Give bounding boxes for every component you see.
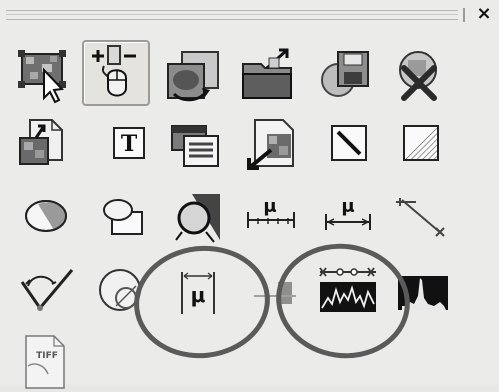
overlap-shapes-icon bbox=[103, 199, 143, 235]
measure-length-tool[interactable]: μ bbox=[238, 184, 306, 250]
ellipse-icon bbox=[25, 200, 67, 232]
tiff-export-tool[interactable]: TIFF bbox=[10, 326, 78, 392]
circle-measure-icon bbox=[99, 269, 141, 311]
line-icon bbox=[331, 125, 367, 161]
select-region-icon bbox=[18, 50, 66, 104]
angle-line-icon bbox=[396, 198, 445, 237]
export-document-icon bbox=[19, 119, 63, 165]
toolbox-window: × T μ μ μ TIFF bbox=[0, 0, 499, 389]
save-copy-icon bbox=[321, 51, 369, 97]
save-copy-tool[interactable] bbox=[312, 42, 380, 108]
rotate-image-tool[interactable] bbox=[160, 42, 228, 108]
line-tool[interactable] bbox=[316, 112, 384, 178]
angle-line-tool[interactable] bbox=[388, 184, 456, 250]
image-info-tool[interactable] bbox=[162, 112, 230, 178]
vertical-measure-icon: μ bbox=[191, 283, 206, 307]
rotate-image-icon bbox=[167, 51, 219, 102]
measure-distance-tool[interactable]: μ bbox=[314, 184, 382, 250]
select-region-tool[interactable] bbox=[10, 42, 78, 108]
delete-selection-tool[interactable] bbox=[386, 42, 454, 108]
image-info-icon bbox=[171, 125, 219, 167]
measure-length-icon: μ bbox=[263, 196, 276, 217]
open-folder-icon bbox=[242, 48, 292, 99]
measure-length-frame: μ bbox=[247, 196, 295, 228]
angle-tool[interactable] bbox=[12, 258, 80, 324]
open-folder-tool[interactable] bbox=[235, 42, 303, 108]
measure-distance-frame: μ bbox=[325, 196, 371, 230]
rectangle-icon bbox=[403, 125, 439, 161]
measure-distance-icon: μ bbox=[341, 196, 354, 217]
import-image-tool[interactable] bbox=[237, 112, 305, 178]
circle-measure-tool[interactable] bbox=[86, 258, 154, 324]
partial-measure-tool[interactable] bbox=[240, 258, 308, 324]
histogram-icon bbox=[398, 276, 448, 310]
line-profile-icon bbox=[319, 267, 376, 312]
drag-grip[interactable] bbox=[6, 10, 458, 20]
partial-measure-icon bbox=[254, 282, 296, 304]
line-profile-tool[interactable] bbox=[314, 258, 382, 324]
vertical-measure-frame: μ bbox=[181, 272, 215, 314]
circle-fill-icon bbox=[175, 194, 220, 243]
angle-icon bbox=[20, 269, 74, 311]
vertical-measure-tool[interactable]: μ bbox=[164, 258, 232, 324]
delete-selection-icon bbox=[399, 51, 437, 101]
export-document-tool[interactable] bbox=[10, 112, 78, 178]
import-image-icon bbox=[247, 119, 294, 170]
grip-end bbox=[463, 8, 465, 22]
text-icon: T bbox=[121, 131, 138, 157]
overlap-shapes-tool[interactable] bbox=[90, 184, 158, 250]
ellipse-tool[interactable] bbox=[12, 184, 80, 250]
title-bar[interactable]: × bbox=[0, 0, 499, 28]
close-button[interactable]: × bbox=[473, 3, 495, 25]
text-tool-frame: T bbox=[113, 127, 145, 159]
text-tool[interactable]: T bbox=[96, 112, 164, 178]
histogram-tool[interactable] bbox=[388, 258, 456, 324]
tiff-label: TIFF bbox=[36, 351, 58, 361]
add-remove-mouse-icon bbox=[92, 45, 136, 97]
rectangle-tool[interactable] bbox=[388, 112, 456, 178]
tiff-file-icon: TIFF bbox=[25, 335, 65, 389]
circle-fill-tool[interactable] bbox=[166, 184, 234, 250]
add-remove-selection-tool[interactable] bbox=[82, 40, 150, 106]
